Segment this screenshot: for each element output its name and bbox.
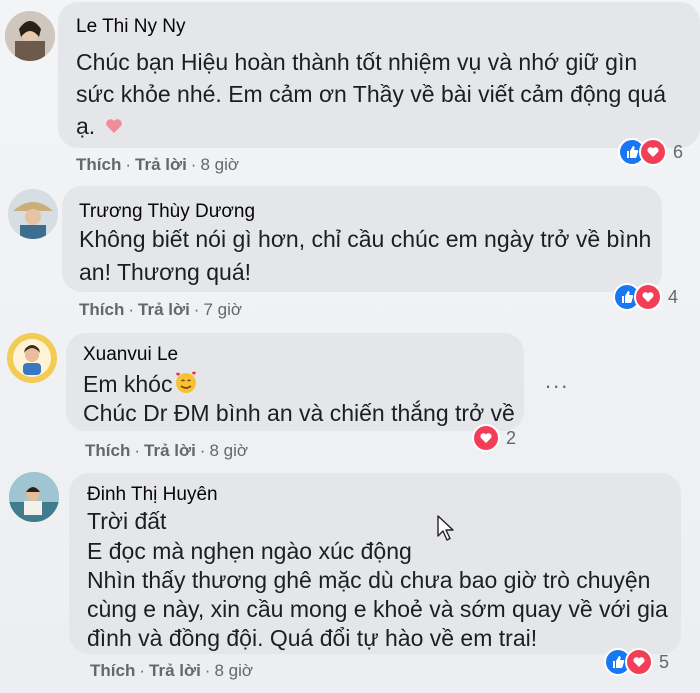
comment-text-line: ạ.: [76, 110, 124, 144]
comment-actions: Thích · Trả lời · 7 giờ: [79, 300, 243, 319]
comment-text-line: đình và đồng đội. Quá đổi tự hào về em t…: [87, 625, 538, 651]
like-link[interactable]: Thích: [76, 155, 121, 174]
comment-time[interactable]: 8 giờ: [209, 441, 248, 460]
reaction-count: 4: [668, 286, 679, 307]
comment-text-line: Trời đất: [87, 508, 167, 534]
comment-time[interactable]: 7 giờ: [203, 300, 242, 319]
comment-text-line: an! Thương quá!: [79, 259, 252, 285]
comment-text-segment: Em khóc: [83, 371, 173, 397]
comment-text-line: sức khỏe nhé. Em cảm ơn Thầy về bài viết…: [76, 81, 667, 107]
love-icon: [634, 283, 662, 311]
reaction-summary[interactable]: 2: [472, 424, 516, 452]
comment-time[interactable]: 8 giờ: [214, 661, 253, 680]
reply-link[interactable]: Trả lời: [149, 661, 201, 680]
comment-author[interactable]: Xuanvui Le: [83, 344, 178, 366]
comment-actions: Thích · Trả lời · 8 giờ: [85, 441, 249, 460]
love-icon: [625, 648, 653, 676]
comment-actions: Thích · Trả lời · 8 giờ: [76, 155, 240, 174]
comment-section: Le Thi Ny Ny Chúc bạn Hiệu hoàn thành tố…: [0, 0, 700, 693]
avatar-dinh-thi-huyen[interactable]: [9, 472, 59, 522]
avatar-le-thi-ny-ny[interactable]: [5, 11, 55, 61]
heart-emoji-icon: [104, 112, 124, 144]
reaction-count: 5: [659, 651, 670, 672]
reaction-count: 6: [673, 141, 684, 162]
reaction-count: 2: [506, 427, 517, 448]
comment-text-line: Chúc Dr ĐM bình an và chiến thắng trở về: [83, 400, 515, 426]
avatar-xuanvui-le[interactable]: [7, 333, 57, 383]
like-link[interactable]: Thích: [90, 661, 135, 680]
reaction-summary[interactable]: 4: [613, 283, 678, 311]
comment-text-line: Không biết nói gì hơn, chỉ cầu chúc em n…: [79, 226, 652, 252]
comment-text-line: Chúc bạn Hiệu hoàn thành tốt nhiệm vụ và…: [76, 49, 638, 75]
comment-actions: Thích · Trả lời · 8 giờ: [90, 661, 254, 680]
more-options-button[interactable]: ...: [545, 368, 569, 394]
reply-link[interactable]: Trả lời: [135, 155, 187, 174]
love-icon: [472, 424, 500, 452]
comment-time[interactable]: 8 giờ: [200, 155, 239, 174]
comment-text-segment: ạ.: [76, 113, 96, 139]
comment-author[interactable]: Trương Thùy Dương: [79, 201, 255, 223]
avatar-truong-thuy-duong[interactable]: [8, 189, 58, 239]
reply-link[interactable]: Trả lời: [138, 300, 190, 319]
reaction-summary[interactable]: 5: [604, 648, 669, 676]
reaction-summary[interactable]: 6: [618, 138, 683, 166]
love-icon: [639, 138, 667, 166]
comment-text-line: E đọc mà nghẹn ngào xúc động: [87, 538, 412, 564]
comment-author[interactable]: Đinh Thị Huyên: [87, 484, 218, 506]
comment-text-line: cùng e này, xin cầu mong e khoẻ và sớm q…: [87, 596, 668, 622]
like-link[interactable]: Thích: [79, 300, 124, 319]
reply-link[interactable]: Trả lời: [144, 441, 196, 460]
comment-author[interactable]: Le Thi Ny Ny: [76, 16, 185, 38]
comment-text-line: Nhìn thấy thương ghê mặc dù chưa bao giờ…: [87, 567, 651, 593]
like-link[interactable]: Thích: [85, 441, 130, 460]
mouse-pointer-icon: [436, 514, 456, 547]
